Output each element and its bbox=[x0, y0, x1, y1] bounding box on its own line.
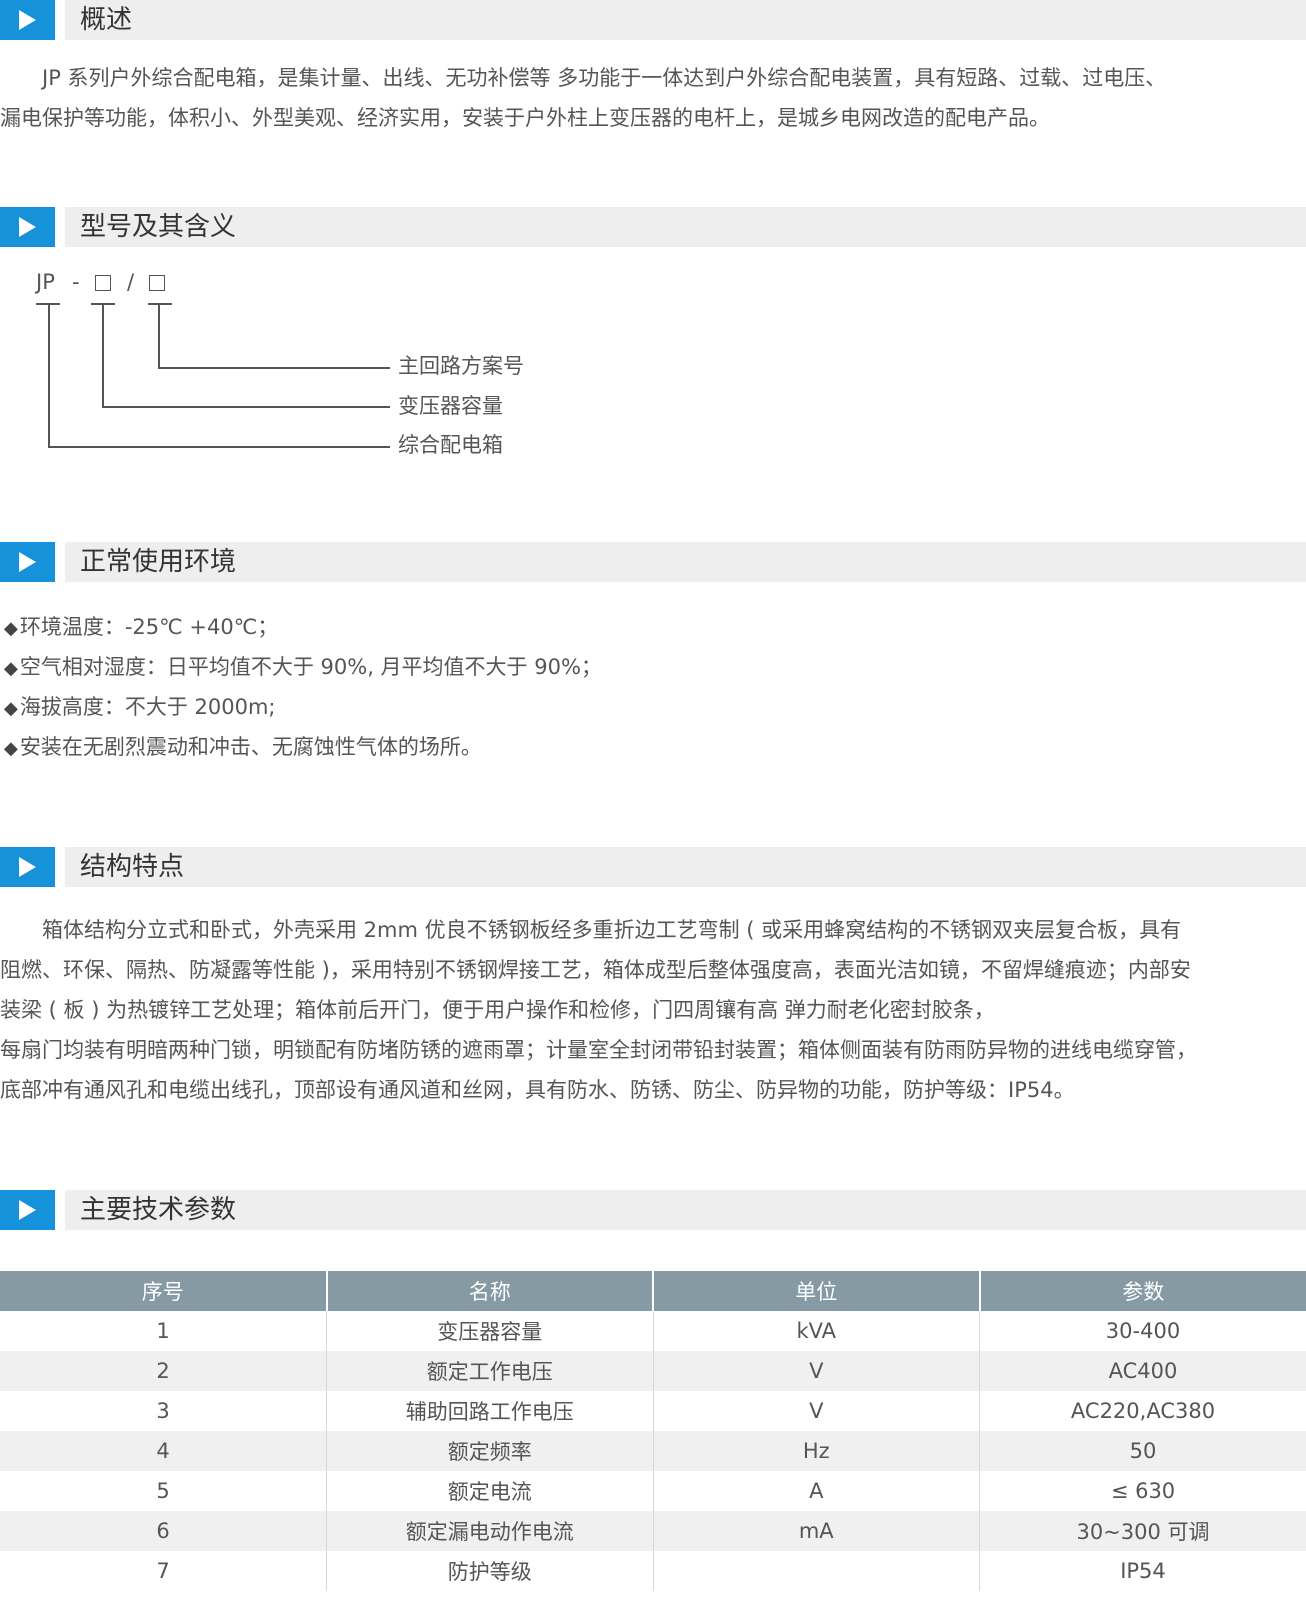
table-cell: V bbox=[653, 1351, 980, 1391]
table-cell: 额定漏电动作电流 bbox=[326, 1511, 654, 1551]
section-title-params: 主要技术参数 bbox=[80, 1195, 237, 1225]
table-row: 6 额定漏电动作电流 mA 30~300 可调 bbox=[0, 1511, 1306, 1551]
paragraph-line: 每扇门均装有明暗两种门锁，明锁配有防堵防锈的遮雨罩；计量室全封闭带铅封装置；箱体… bbox=[0, 1038, 1197, 1062]
table-cell: 防护等级 bbox=[326, 1551, 654, 1591]
paragraph-line: 箱体结构分立式和卧式，外壳采用 2mm 优良不锈钢板经多重折边工艺弯制 ( 或采… bbox=[0, 918, 1182, 942]
list-item: ◆空气相对湿度：日平均值不大于 90%, 月平均值不大于 90%； bbox=[4, 655, 602, 679]
label-distribution-box: 综合配电箱 bbox=[398, 433, 503, 457]
model-code-box-1 bbox=[95, 265, 111, 299]
leader-line-box-h bbox=[48, 446, 390, 448]
header-bar bbox=[65, 0, 1306, 40]
column-header: 单位 bbox=[653, 1271, 981, 1311]
table-cell: 额定电流 bbox=[326, 1471, 654, 1511]
play-arrow-icon bbox=[0, 847, 55, 887]
underline-box-2 bbox=[148, 303, 172, 305]
play-arrow-icon bbox=[0, 542, 55, 582]
header-bar bbox=[65, 542, 1306, 582]
play-arrow-icon bbox=[0, 0, 55, 40]
header-bar bbox=[65, 847, 1306, 887]
paragraph-line: 底部冲有通风孔和电缆出线孔，顶部设有通风道和丝网，具有防水、防锈、防尘、防异物的… bbox=[0, 1078, 1075, 1102]
leader-line-capacity-h bbox=[102, 406, 390, 408]
leader-line-capacity bbox=[102, 304, 104, 407]
leader-line-scheme bbox=[158, 304, 160, 368]
table-cell: ≤ 630 bbox=[1110, 1479, 1176, 1503]
list-item: ◆海拔高度：不大于 2000m; bbox=[4, 695, 276, 719]
section-title-model: 型号及其含义 bbox=[80, 212, 237, 242]
section-header-model: 型号及其含义 bbox=[0, 207, 1306, 247]
table-cell: 5 bbox=[0, 1471, 327, 1511]
paragraph-line: 装梁 ( 板 ) 为热镀锌工艺处理；箱体前后开门，便于用户操作和检修，门四周镶有… bbox=[0, 998, 995, 1022]
section-title-structure: 结构特点 bbox=[80, 852, 185, 882]
table-header-row: 序号 名称 单位 参数 bbox=[0, 1271, 1306, 1311]
table-cell: kVA bbox=[653, 1311, 980, 1351]
table-cell: 50 bbox=[979, 1431, 1306, 1471]
column-header: 序号 bbox=[0, 1271, 328, 1311]
diamond-bullet-icon: ◆ bbox=[4, 658, 18, 679]
table-cell: 6 bbox=[0, 1511, 327, 1551]
table-cell: 1 bbox=[0, 1311, 327, 1351]
leader-line-box bbox=[48, 304, 50, 447]
structure-paragraph: 箱体结构分立式和卧式，外壳采用 2mm 优良不锈钢板经多重折边工艺弯制 ( 或采… bbox=[0, 910, 1306, 1110]
play-arrow-icon bbox=[0, 207, 55, 247]
column-header: 参数 bbox=[979, 1271, 1306, 1311]
table-cell: IP54 bbox=[1120, 1559, 1166, 1583]
model-code-box-2 bbox=[149, 265, 165, 299]
table-cell: Hz bbox=[653, 1431, 980, 1471]
technical-parameters-table: 序号 名称 单位 参数 1 变压器容量 kVA 30-400 2 额定工作电压 … bbox=[0, 1271, 1306, 1591]
overview-paragraph: JP 系列户外综合配电箱，是集计量、出线、无功补偿等 多功能于一体达到户外综合配… bbox=[0, 58, 1306, 138]
model-code-slash: / bbox=[127, 270, 135, 294]
table-cell: 额定工作电压 bbox=[326, 1351, 654, 1391]
table-row: 7 防护等级 IP54 bbox=[0, 1551, 1306, 1591]
table-cell: AC400 bbox=[979, 1351, 1306, 1391]
model-code-prefix: JP bbox=[36, 270, 55, 294]
paragraph-line: 阻燃、环保、隔热、防凝露等性能 )，采用特别不锈钢焊接工艺，箱体成型后整体强度高… bbox=[0, 958, 1191, 982]
table-cell: 7 bbox=[0, 1551, 327, 1591]
paragraph-line: JP 系列户外综合配电箱，是集计量、出线、无功补偿等 多功能于一体达到户外综合配… bbox=[0, 66, 1167, 90]
environment-list: ◆环境温度：-25℃ +40℃； ◆空气相对湿度：日平均值不大于 90%, 月平… bbox=[4, 607, 602, 767]
section-header-params: 主要技术参数 bbox=[0, 1190, 1306, 1230]
header-bar bbox=[65, 1190, 1306, 1230]
table-cell bbox=[653, 1551, 980, 1591]
model-designation-diagram: JP - / 主回路方案号 变压器容量 综合配电箱 bbox=[0, 265, 560, 465]
table-cell: 2 bbox=[0, 1351, 327, 1391]
list-item: ◆安装在无剧烈震动和冲击、无腐蚀性气体的场所。 bbox=[4, 735, 482, 759]
table-row: 2 额定工作电压 V AC400 bbox=[0, 1351, 1306, 1391]
column-header: 名称 bbox=[326, 1271, 654, 1311]
table-cell: 变压器容量 bbox=[326, 1311, 654, 1351]
leader-line-scheme-h bbox=[158, 367, 390, 369]
table-cell: 30~300 可调 bbox=[979, 1511, 1306, 1551]
section-title-overview: 概述 bbox=[80, 5, 133, 35]
diamond-bullet-icon: ◆ bbox=[4, 618, 18, 639]
section-title-environment: 正常使用环境 bbox=[80, 547, 237, 577]
table-cell: V bbox=[653, 1391, 980, 1431]
table-row: 4 额定频率 Hz 50 bbox=[0, 1431, 1306, 1471]
play-arrow-icon bbox=[0, 1190, 55, 1230]
table-cell: A bbox=[653, 1471, 980, 1511]
section-header-environment: 正常使用环境 bbox=[0, 542, 1306, 582]
table-cell: 辅助回路工作电压 bbox=[326, 1391, 654, 1431]
paragraph-line: 漏电保护等功能，体积小、外型美观、经济实用，安装于户外柱上变压器的电杆上，是城乡… bbox=[0, 106, 1050, 130]
model-code-dash: - bbox=[72, 270, 80, 294]
label-transformer-capacity: 变压器容量 bbox=[398, 394, 503, 418]
table-row: 5 额定电流 A ≤ 630 bbox=[0, 1471, 1306, 1511]
table-cell: 3 bbox=[0, 1391, 327, 1431]
diamond-bullet-icon: ◆ bbox=[4, 738, 18, 759]
section-header-structure: 结构特点 bbox=[0, 847, 1306, 887]
list-item: ◆环境温度：-25℃ +40℃； bbox=[4, 615, 279, 639]
table-row: 1 变压器容量 kVA 30-400 bbox=[0, 1311, 1306, 1351]
table-row: 3 辅助回路工作电压 V AC220,AC380 bbox=[0, 1391, 1306, 1431]
table-cell: AC220,AC380 bbox=[1070, 1399, 1216, 1423]
diamond-bullet-icon: ◆ bbox=[4, 698, 18, 719]
table-cell: 4 bbox=[0, 1431, 327, 1471]
table-cell: mA bbox=[653, 1511, 980, 1551]
table-cell: 额定频率 bbox=[326, 1431, 654, 1471]
label-main-circuit-scheme: 主回路方案号 bbox=[398, 354, 524, 378]
header-bar bbox=[65, 207, 1306, 247]
table-cell: 30-400 bbox=[1105, 1319, 1181, 1343]
section-header-overview: 概述 bbox=[0, 0, 1306, 40]
